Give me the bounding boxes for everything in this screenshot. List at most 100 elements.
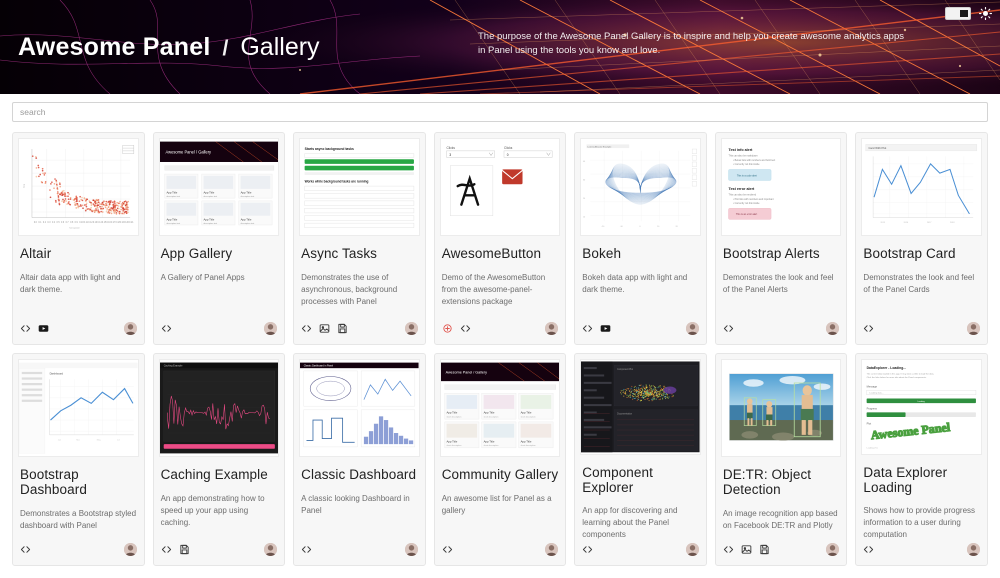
svg-text:• Below lists with numbers and: • Below lists with numbers and bold text bbox=[733, 159, 775, 162]
author-avatar[interactable] bbox=[826, 322, 840, 335]
card-thumbnail-altair[interactable]: 0.0 0.1 0.2 0.3 0.4 0.5 0.6 0.7 0.8 0.9 0.10 0.11 0.… bbox=[18, 138, 139, 236]
code-icon[interactable] bbox=[723, 544, 734, 555]
card-thumbnail-bokeh[interactable]: Lorenz Attractor Example -20 -10 0 10 20 40 3… bbox=[580, 138, 701, 236]
save-icon[interactable] bbox=[179, 544, 190, 555]
svg-text:short description: short description bbox=[446, 415, 461, 418]
gallery-card-bootstrap-card[interactable]: Card With Plot 2015 2016 2017 2018 Bootstra… bbox=[855, 132, 988, 345]
image-icon[interactable] bbox=[741, 544, 752, 555]
code-icon[interactable] bbox=[301, 544, 312, 555]
gallery-card-classic-dashboard[interactable]: Classic Dashboard in Panel Classic Dashb… bbox=[293, 353, 426, 566]
breadcrumb: Awesome Panel / Gallery bbox=[18, 33, 320, 62]
author-avatar[interactable] bbox=[545, 322, 559, 335]
gallery-card-community-gallery[interactable]: Awesome Panel / Gallery App Title short … bbox=[433, 353, 567, 566]
gallery-card-caching-example[interactable]: Caching Example Caching Example An app d… bbox=[152, 353, 286, 566]
code-icon[interactable] bbox=[20, 544, 31, 555]
image-icon[interactable] bbox=[319, 323, 330, 334]
card-thumbnail-component-explorer[interactable]: Component Plot Documentation bbox=[580, 359, 701, 455]
author-avatar[interactable] bbox=[966, 543, 980, 557]
gallery-card-awesomebutton[interactable]: Clicks 3 Clicks 0 AwesomeButton Demo of … bbox=[433, 132, 567, 345]
gallery-card-de-tr-object-detection[interactable]: DE:TR: Object Detection An image recogni… bbox=[714, 353, 848, 566]
awesome-icon[interactable] bbox=[442, 323, 453, 334]
svg-text:App Title: App Title bbox=[166, 190, 177, 194]
author-avatar[interactable] bbox=[264, 322, 278, 335]
card-thumbnail-bootstrap-alerts[interactable]: Test info alert This can also be markdow… bbox=[720, 138, 842, 236]
code-icon[interactable] bbox=[442, 544, 453, 555]
author-avatar[interactable] bbox=[123, 543, 137, 556]
card-thumbnail-caching-example[interactable]: Caching Example bbox=[158, 359, 280, 457]
svg-text:App Title: App Title bbox=[203, 217, 214, 221]
svg-text:description text: description text bbox=[203, 195, 217, 198]
gallery-card-async-tasks[interactable]: Starts async background tasks Works whil… bbox=[293, 132, 426, 345]
card-thumbnail-data-explorer-loading[interactable]: DataExplorer - Loading... The current da… bbox=[861, 359, 982, 455]
breadcrumb-separator: / bbox=[222, 36, 229, 60]
sun-icon[interactable] bbox=[979, 7, 992, 20]
breadcrumb-section[interactable]: Gallery bbox=[240, 33, 319, 62]
author-avatar[interactable] bbox=[685, 322, 699, 335]
code-icon[interactable] bbox=[460, 323, 471, 334]
save-icon[interactable] bbox=[337, 323, 348, 334]
svg-text:Documentation: Documentation bbox=[617, 412, 633, 415]
gallery-card-altair[interactable]: 0.0 0.1 0.2 0.3 0.4 0.5 0.6 0.7 0.8 0.9 0.10 0.11 0.… bbox=[12, 132, 145, 345]
svg-text:Works while background tasks a: Works while background tasks are running bbox=[305, 179, 369, 183]
svg-text:App Title: App Title bbox=[520, 411, 531, 415]
card-description: Demonstrates the look and feel of the Pa… bbox=[722, 272, 834, 294]
author-avatar[interactable] bbox=[404, 543, 418, 556]
gallery-card-data-explorer-loading[interactable]: DataExplorer - Loading... The current da… bbox=[855, 353, 988, 566]
card-action-icons bbox=[723, 323, 734, 334]
card-action-icons bbox=[863, 323, 874, 334]
search-input[interactable] bbox=[12, 102, 988, 122]
card-description: Shows how to provide progress informatio… bbox=[863, 506, 976, 540]
card-title: Async Tasks bbox=[301, 246, 378, 261]
card-footer bbox=[154, 541, 285, 565]
code-icon[interactable] bbox=[20, 323, 31, 334]
brand-title[interactable]: Awesome Panel bbox=[18, 33, 211, 62]
search-bar bbox=[0, 94, 1000, 128]
svg-text:This can also be rendered: This can also be rendered bbox=[728, 193, 756, 196]
author-avatar[interactable] bbox=[404, 322, 418, 335]
youtube-icon[interactable] bbox=[600, 323, 611, 334]
gallery-card-app-gallery[interactable]: Awesome Panel / Gallery App Title descri… bbox=[152, 132, 286, 345]
card-thumbnail-app-gallery[interactable]: Awesome Panel / Gallery App Title descri… bbox=[158, 138, 280, 236]
card-thumbnail-classic-dashboard[interactable]: Classic Dashboard in Panel bbox=[299, 359, 420, 457]
svg-text:0.21: 0.21 bbox=[129, 222, 134, 224]
author-avatar[interactable] bbox=[545, 543, 559, 556]
author-avatar[interactable] bbox=[264, 543, 278, 556]
svg-text:App Title: App Title bbox=[483, 411, 494, 415]
card-thumbnail-bootstrap-card[interactable]: Card With Plot 2015 2016 2017 2018 bbox=[861, 138, 982, 236]
card-thumbnail-awesomebutton[interactable]: Clicks 3 Clicks 0 bbox=[439, 138, 561, 236]
gallery-card-bootstrap-dashboard[interactable]: Dashboard Jan Mar May Jul Bootstrap Dashboa… bbox=[12, 353, 145, 566]
author-avatar[interactable] bbox=[685, 543, 699, 557]
gallery-card-component-explorer[interactable]: Component Plot Documentation Component E… bbox=[574, 353, 707, 566]
svg-text:App Title: App Title bbox=[240, 217, 251, 221]
save-icon[interactable] bbox=[759, 544, 770, 555]
svg-text:Clicks: Clicks bbox=[446, 146, 455, 150]
card-thumbnail-async-tasks[interactable]: Starts async background tasks Works whil… bbox=[299, 138, 420, 236]
code-icon[interactable] bbox=[863, 323, 874, 334]
code-icon[interactable] bbox=[301, 323, 312, 334]
gallery-card-bokeh[interactable]: Lorenz Attractor Example -20 -10 0 10 20 40 3… bbox=[574, 132, 707, 345]
author-avatar[interactable] bbox=[123, 322, 137, 335]
code-icon[interactable] bbox=[582, 323, 593, 334]
svg-text:App Title: App Title bbox=[203, 190, 214, 194]
card-thumbnail-community-gallery[interactable]: Awesome Panel / Gallery App Title short … bbox=[439, 359, 561, 457]
svg-text:Plot: Plot bbox=[867, 421, 872, 425]
author-avatar[interactable] bbox=[966, 322, 980, 335]
code-icon[interactable] bbox=[723, 323, 734, 334]
code-icon[interactable] bbox=[161, 323, 172, 334]
svg-text:DataExplorer - Loading...: DataExplorer - Loading... bbox=[867, 366, 906, 370]
theme-toggle[interactable] bbox=[945, 7, 971, 20]
code-icon[interactable] bbox=[582, 544, 593, 555]
author-avatar[interactable] bbox=[826, 543, 840, 556]
youtube-icon[interactable] bbox=[38, 323, 49, 334]
svg-text:Click the links below for more: Click the links below for more info abou… bbox=[867, 376, 927, 379]
card-title: Data Explorer Loading bbox=[863, 464, 948, 495]
card-action-icons bbox=[582, 544, 593, 555]
code-icon[interactable] bbox=[863, 544, 874, 555]
card-footer bbox=[856, 320, 987, 344]
gallery-card-bootstrap-alerts[interactable]: Test info alert This can also be markdow… bbox=[714, 132, 848, 345]
card-description: An image recognition app based on Facebo… bbox=[722, 508, 838, 530]
card-thumbnail-de-tr-object-detection[interactable] bbox=[720, 359, 842, 457]
card-thumbnail-bootstrap-dashboard[interactable]: Dashboard Jan Mar May Jul bbox=[18, 359, 139, 457]
svg-text:Awesome Panel / Gallery: Awesome Panel / Gallery bbox=[165, 150, 212, 155]
code-icon[interactable] bbox=[161, 544, 172, 555]
